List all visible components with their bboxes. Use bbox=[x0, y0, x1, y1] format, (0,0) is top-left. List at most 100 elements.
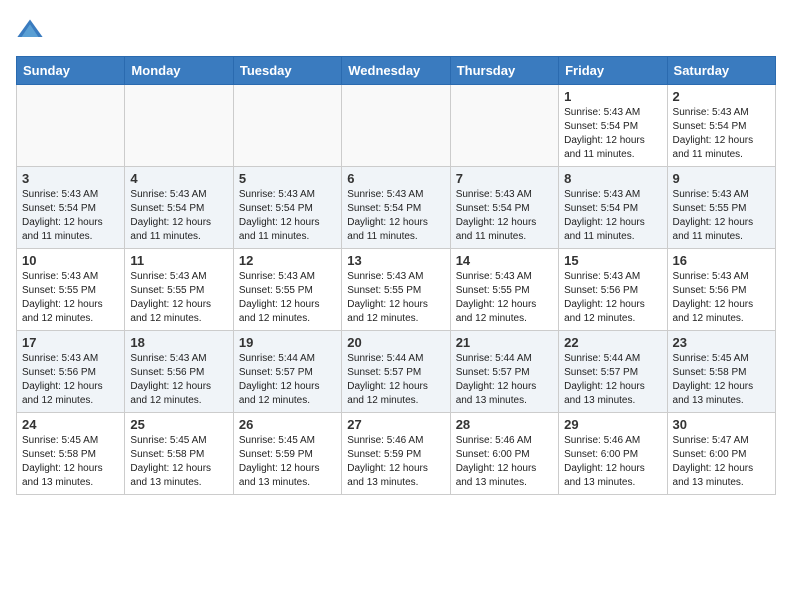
calendar-day-header: Tuesday bbox=[233, 57, 341, 85]
calendar-cell: 2 Sunrise: 5:43 AMSunset: 5:54 PMDaylight… bbox=[667, 85, 775, 167]
cell-info: Sunrise: 5:43 AMSunset: 5:54 PMDaylight:… bbox=[564, 106, 661, 162]
day-number: 26 bbox=[239, 417, 336, 432]
cell-info: Sunrise: 5:45 AMSunset: 5:58 PMDaylight:… bbox=[130, 434, 227, 490]
cell-info: Sunrise: 5:43 AMSunset: 5:54 PMDaylight:… bbox=[130, 188, 227, 244]
calendar-cell: 21 Sunrise: 5:44 AMSunset: 5:57 PMDayligh… bbox=[450, 331, 558, 413]
day-number: 24 bbox=[22, 417, 119, 432]
cell-info: Sunrise: 5:43 AMSunset: 5:55 PMDaylight:… bbox=[130, 270, 227, 326]
day-number: 20 bbox=[347, 335, 444, 350]
calendar-cell: 28 Sunrise: 5:46 AMSunset: 6:00 PMDayligh… bbox=[450, 413, 558, 495]
calendar-cell: 18 Sunrise: 5:43 AMSunset: 5:56 PMDayligh… bbox=[125, 331, 233, 413]
cell-info: Sunrise: 5:43 AMSunset: 5:55 PMDaylight:… bbox=[456, 270, 553, 326]
page: SundayMondayTuesdayWednesdayThursdayFrid… bbox=[0, 0, 792, 511]
day-number: 16 bbox=[673, 253, 770, 268]
day-number: 11 bbox=[130, 253, 227, 268]
cell-info: Sunrise: 5:45 AMSunset: 5:58 PMDaylight:… bbox=[673, 352, 770, 408]
calendar-cell: 8 Sunrise: 5:43 AMSunset: 5:54 PMDaylight… bbox=[559, 167, 667, 249]
day-number: 17 bbox=[22, 335, 119, 350]
day-number: 4 bbox=[130, 171, 227, 186]
calendar-cell: 13 Sunrise: 5:43 AMSunset: 5:55 PMDayligh… bbox=[342, 249, 450, 331]
cell-info: Sunrise: 5:44 AMSunset: 5:57 PMDaylight:… bbox=[239, 352, 336, 408]
day-number: 6 bbox=[347, 171, 444, 186]
day-number: 3 bbox=[22, 171, 119, 186]
calendar-day-header: Thursday bbox=[450, 57, 558, 85]
day-number: 1 bbox=[564, 89, 661, 104]
calendar-cell: 1 Sunrise: 5:43 AMSunset: 5:54 PMDaylight… bbox=[559, 85, 667, 167]
cell-info: Sunrise: 5:43 AMSunset: 5:54 PMDaylight:… bbox=[22, 188, 119, 244]
calendar-cell: 29 Sunrise: 5:46 AMSunset: 6:00 PMDayligh… bbox=[559, 413, 667, 495]
cell-info: Sunrise: 5:44 AMSunset: 5:57 PMDaylight:… bbox=[456, 352, 553, 408]
day-number: 28 bbox=[456, 417, 553, 432]
day-number: 27 bbox=[347, 417, 444, 432]
calendar-week-row: 10 Sunrise: 5:43 AMSunset: 5:55 PMDayligh… bbox=[17, 249, 776, 331]
day-number: 23 bbox=[673, 335, 770, 350]
calendar-cell: 20 Sunrise: 5:44 AMSunset: 5:57 PMDayligh… bbox=[342, 331, 450, 413]
day-number: 21 bbox=[456, 335, 553, 350]
calendar-cell: 25Sunrise: 5:45 AMSunset: 5:58 PMDayligh… bbox=[125, 413, 233, 495]
calendar-cell: 7 Sunrise: 5:43 AMSunset: 5:54 PMDaylight… bbox=[450, 167, 558, 249]
calendar-week-row: 17 Sunrise: 5:43 AMSunset: 5:56 PMDayligh… bbox=[17, 331, 776, 413]
cell-info: Sunrise: 5:45 AMSunset: 5:59 PMDaylight:… bbox=[239, 434, 336, 490]
calendar-day-header: Sunday bbox=[17, 57, 125, 85]
calendar-cell: 4 Sunrise: 5:43 AMSunset: 5:54 PMDaylight… bbox=[125, 167, 233, 249]
calendar-cell: 9 Sunrise: 5:43 AMSunset: 5:55 PMDaylight… bbox=[667, 167, 775, 249]
cell-info: Sunrise: 5:43 AMSunset: 5:55 PMDaylight:… bbox=[239, 270, 336, 326]
cell-info: Sunrise: 5:43 AMSunset: 5:56 PMDaylight:… bbox=[673, 270, 770, 326]
cell-info: Sunrise: 5:43 AMSunset: 5:56 PMDaylight:… bbox=[130, 352, 227, 408]
day-number: 19 bbox=[239, 335, 336, 350]
day-number: 22 bbox=[564, 335, 661, 350]
calendar-day-header: Saturday bbox=[667, 57, 775, 85]
cell-info: Sunrise: 5:45 AMSunset: 5:58 PMDaylight:… bbox=[22, 434, 119, 490]
cell-info: Sunrise: 5:43 AMSunset: 5:55 PMDaylight:… bbox=[673, 188, 770, 244]
day-number: 29 bbox=[564, 417, 661, 432]
cell-info: Sunrise: 5:43 AMSunset: 5:54 PMDaylight:… bbox=[347, 188, 444, 244]
calendar-cell: 27 Sunrise: 5:46 AMSunset: 5:59 PMDayligh… bbox=[342, 413, 450, 495]
calendar-cell: 14 Sunrise: 5:43 AMSunset: 5:55 PMDayligh… bbox=[450, 249, 558, 331]
day-number: 5 bbox=[239, 171, 336, 186]
calendar-cell: 19 Sunrise: 5:44 AMSunset: 5:57 PMDayligh… bbox=[233, 331, 341, 413]
day-number: 13 bbox=[347, 253, 444, 268]
day-number: 8 bbox=[564, 171, 661, 186]
cell-info: Sunrise: 5:43 AMSunset: 5:54 PMDaylight:… bbox=[239, 188, 336, 244]
calendar-week-row: 1 Sunrise: 5:43 AMSunset: 5:54 PMDaylight… bbox=[17, 85, 776, 167]
calendar-cell: 6 Sunrise: 5:43 AMSunset: 5:54 PMDaylight… bbox=[342, 167, 450, 249]
cell-info: Sunrise: 5:43 AMSunset: 5:54 PMDaylight:… bbox=[564, 188, 661, 244]
day-number: 14 bbox=[456, 253, 553, 268]
day-number: 9 bbox=[673, 171, 770, 186]
calendar-cell bbox=[450, 85, 558, 167]
day-number: 18 bbox=[130, 335, 227, 350]
calendar-table: SundayMondayTuesdayWednesdayThursdayFrid… bbox=[16, 56, 776, 495]
calendar-day-header: Wednesday bbox=[342, 57, 450, 85]
calendar-cell: 5 Sunrise: 5:43 AMSunset: 5:54 PMDaylight… bbox=[233, 167, 341, 249]
calendar-cell: 16 Sunrise: 5:43 AMSunset: 5:56 PMDayligh… bbox=[667, 249, 775, 331]
calendar-cell: 24 Sunrise: 5:45 AMSunset: 5:58 PMDayligh… bbox=[17, 413, 125, 495]
cell-info: Sunrise: 5:43 AMSunset: 5:55 PMDaylight:… bbox=[347, 270, 444, 326]
calendar-cell: 11 Sunrise: 5:43 AMSunset: 5:55 PMDayligh… bbox=[125, 249, 233, 331]
cell-info: Sunrise: 5:46 AMSunset: 6:00 PMDaylight:… bbox=[564, 434, 661, 490]
calendar-day-header: Friday bbox=[559, 57, 667, 85]
day-number: 10 bbox=[22, 253, 119, 268]
calendar-cell: 23 Sunrise: 5:45 AMSunset: 5:58 PMDayligh… bbox=[667, 331, 775, 413]
calendar-cell: 26 Sunrise: 5:45 AMSunset: 5:59 PMDayligh… bbox=[233, 413, 341, 495]
calendar-week-row: 24 Sunrise: 5:45 AMSunset: 5:58 PMDayligh… bbox=[17, 413, 776, 495]
cell-info: Sunrise: 5:43 AMSunset: 5:56 PMDaylight:… bbox=[564, 270, 661, 326]
calendar-cell: 12 Sunrise: 5:43 AMSunset: 5:55 PMDayligh… bbox=[233, 249, 341, 331]
day-number: 30 bbox=[673, 417, 770, 432]
cell-info: Sunrise: 5:46 AMSunset: 6:00 PMDaylight:… bbox=[456, 434, 553, 490]
logo-icon bbox=[16, 16, 44, 44]
cell-info: Sunrise: 5:44 AMSunset: 5:57 PMDaylight:… bbox=[347, 352, 444, 408]
cell-info: Sunrise: 5:43 AMSunset: 5:54 PMDaylight:… bbox=[673, 106, 770, 162]
day-number: 12 bbox=[239, 253, 336, 268]
calendar-day-header: Monday bbox=[125, 57, 233, 85]
cell-info: Sunrise: 5:43 AMSunset: 5:54 PMDaylight:… bbox=[456, 188, 553, 244]
cell-info: Sunrise: 5:43 AMSunset: 5:56 PMDaylight:… bbox=[22, 352, 119, 408]
calendar-cell: 22Sunrise: 5:44 AMSunset: 5:57 PMDayligh… bbox=[559, 331, 667, 413]
calendar-cell: 15Sunrise: 5:43 AMSunset: 5:56 PMDayligh… bbox=[559, 249, 667, 331]
calendar-cell bbox=[342, 85, 450, 167]
cell-info: Sunrise: 5:46 AMSunset: 5:59 PMDaylight:… bbox=[347, 434, 444, 490]
day-number: 2 bbox=[673, 89, 770, 104]
calendar-cell bbox=[233, 85, 341, 167]
calendar-cell: 10Sunrise: 5:43 AMSunset: 5:55 PMDayligh… bbox=[17, 249, 125, 331]
header bbox=[16, 16, 776, 44]
day-number: 7 bbox=[456, 171, 553, 186]
